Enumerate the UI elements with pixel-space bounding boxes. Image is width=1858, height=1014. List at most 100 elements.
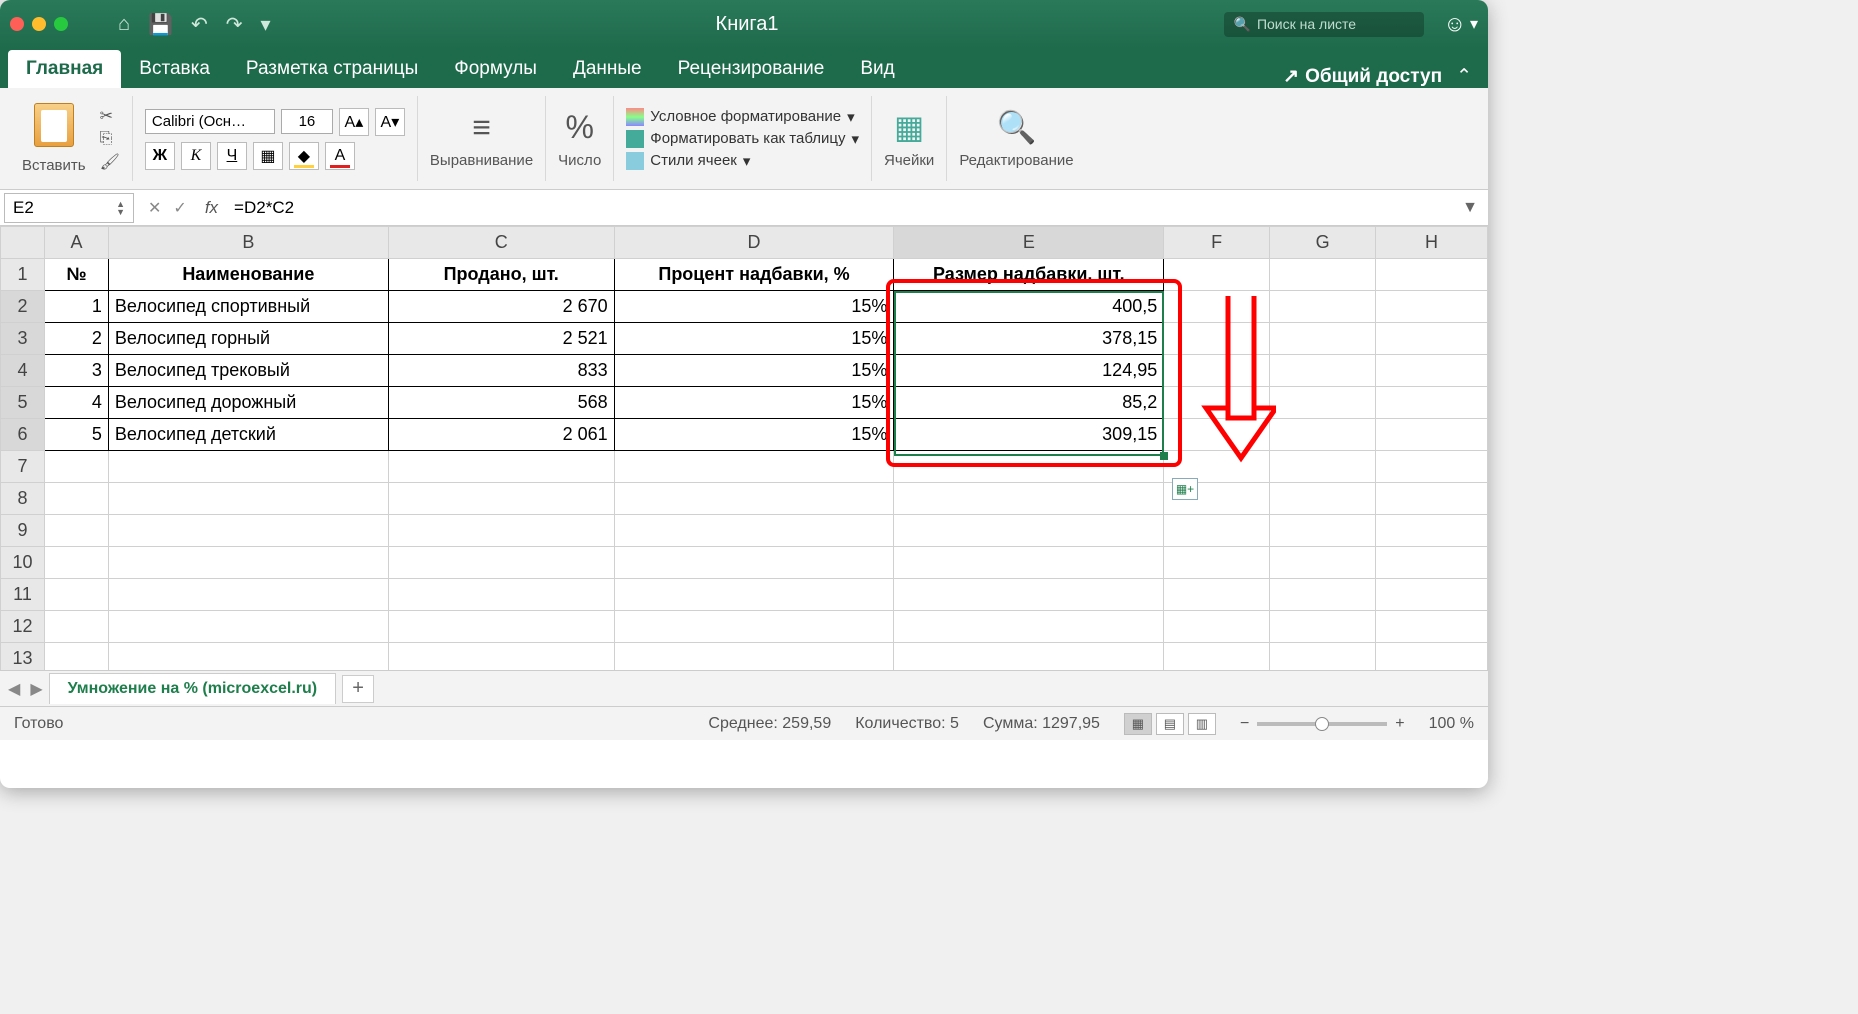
italic-button[interactable]: К (181, 142, 211, 170)
cell-A2[interactable]: 1 (44, 291, 108, 323)
col-header-H[interactable]: H (1376, 227, 1488, 259)
col-header-E[interactable]: E (894, 227, 1164, 259)
normal-view-button[interactable]: ▦ (1124, 713, 1152, 735)
share-button[interactable]: ↗ Общий доступ (1283, 65, 1442, 88)
cell-E4[interactable]: 124,95 (894, 355, 1164, 387)
tab-formulas[interactable]: Формулы (436, 50, 555, 88)
formula-input[interactable] (226, 194, 1452, 222)
cell-C4[interactable]: 833 (388, 355, 614, 387)
cell-F3[interactable] (1164, 323, 1270, 355)
feedback-icon[interactable]: ☺ (1444, 11, 1466, 37)
collapse-ribbon-icon[interactable]: ⌃ (1456, 65, 1472, 88)
cell-E2[interactable]: 400,5 (894, 291, 1164, 323)
cell-C6[interactable]: 2 061 (388, 419, 614, 451)
cell-A6[interactable]: 5 (44, 419, 108, 451)
sheet-tab[interactable]: Умножение на % (microexcel.ru) (49, 673, 336, 704)
close-window-button[interactable] (10, 17, 24, 31)
cell-B2[interactable]: Велосипед спортивный (108, 291, 388, 323)
select-all-corner[interactable] (1, 227, 45, 259)
cell-D4[interactable]: 15% (614, 355, 894, 387)
find-icon[interactable]: 🔍 (997, 108, 1037, 146)
cell-F6[interactable] (1164, 419, 1270, 451)
cell-E1[interactable]: Размер надбавки, шт. (894, 259, 1164, 291)
row-header-12[interactable]: 12 (1, 611, 45, 643)
page-layout-view-button[interactable]: ▤ (1156, 713, 1184, 735)
cell-A5[interactable]: 4 (44, 387, 108, 419)
col-header-D[interactable]: D (614, 227, 894, 259)
cell-F5[interactable] (1164, 387, 1270, 419)
fill-handle[interactable] (1160, 452, 1168, 460)
tab-page-layout[interactable]: Разметка страницы (228, 50, 436, 88)
feedback-dropdown-icon[interactable]: ▾ (1470, 14, 1478, 34)
zoom-level[interactable]: 100 % (1429, 715, 1474, 733)
copy-icon[interactable]: ⎘ (100, 130, 120, 148)
cell-G5[interactable] (1270, 387, 1376, 419)
underline-button[interactable]: Ч (217, 142, 247, 170)
format-as-table-button[interactable]: Форматировать как таблицу ▾ (626, 130, 859, 148)
increase-font-button[interactable]: A▴ (339, 108, 369, 136)
font-size-select[interactable] (281, 109, 333, 134)
cell-C3[interactable]: 2 521 (388, 323, 614, 355)
cell-B5[interactable]: Велосипед дорожный (108, 387, 388, 419)
col-header-G[interactable]: G (1270, 227, 1376, 259)
row-header-1[interactable]: 1 (1, 259, 45, 291)
cell-E6[interactable]: 309,15 (894, 419, 1164, 451)
col-header-C[interactable]: C (388, 227, 614, 259)
confirm-formula-icon[interactable]: ✓ (173, 198, 186, 218)
cell-styles-button[interactable]: Стили ячеек ▾ (626, 152, 859, 170)
borders-button[interactable]: ▦ (253, 142, 283, 170)
tab-review[interactable]: Рецензирование (660, 50, 843, 88)
cell-G2[interactable] (1270, 291, 1376, 323)
fill-color-button[interactable]: ◆ (289, 142, 319, 170)
undo-icon[interactable]: ↶ (191, 12, 208, 37)
font-color-button[interactable]: A (325, 142, 355, 170)
expand-formula-bar-icon[interactable]: ▼ (1452, 199, 1488, 217)
fx-icon[interactable]: fx (197, 198, 226, 218)
spreadsheet-area[interactable]: A B C D E F G H 1 № Наименование Продано… (0, 226, 1488, 670)
decrease-font-button[interactable]: A▾ (375, 108, 405, 136)
save-icon[interactable]: 💾 (148, 12, 173, 37)
cell-C5[interactable]: 568 (388, 387, 614, 419)
add-sheet-button[interactable]: + (342, 675, 374, 703)
qat-dropdown-icon[interactable]: ▾ (261, 12, 271, 37)
maximize-window-button[interactable] (54, 17, 68, 31)
cell-B6[interactable]: Велосипед детский (108, 419, 388, 451)
cell-A3[interactable]: 2 (44, 323, 108, 355)
zoom-in-button[interactable]: + (1395, 715, 1404, 733)
row-header-8[interactable]: 8 (1, 483, 45, 515)
minimize-window-button[interactable] (32, 17, 46, 31)
cell-H4[interactable] (1376, 355, 1488, 387)
tab-view[interactable]: Вид (842, 50, 912, 88)
cell-B1[interactable]: Наименование (108, 259, 388, 291)
home-icon[interactable]: ⌂ (118, 13, 130, 36)
conditional-formatting-button[interactable]: Условное форматирование ▾ (626, 108, 859, 126)
cell-H6[interactable] (1376, 419, 1488, 451)
row-header-13[interactable]: 13 (1, 643, 45, 671)
cell-D5[interactable]: 15% (614, 387, 894, 419)
cell-D3[interactable]: 15% (614, 323, 894, 355)
cell-G1[interactable] (1270, 259, 1376, 291)
row-header-2[interactable]: 2 (1, 291, 45, 323)
tab-insert[interactable]: Вставка (121, 50, 228, 88)
redo-icon[interactable]: ↷ (226, 12, 243, 37)
cell-D6[interactable]: 15% (614, 419, 894, 451)
cell-G6[interactable] (1270, 419, 1376, 451)
row-header-4[interactable]: 4 (1, 355, 45, 387)
cell-G3[interactable] (1270, 323, 1376, 355)
col-header-B[interactable]: B (108, 227, 388, 259)
align-icon[interactable]: ≡ (472, 109, 491, 146)
cell-F4[interactable] (1164, 355, 1270, 387)
cell-H1[interactable] (1376, 259, 1488, 291)
zoom-slider[interactable]: − + (1240, 715, 1405, 733)
cell-D2[interactable]: 15% (614, 291, 894, 323)
cancel-formula-icon[interactable]: ✕ (148, 198, 161, 218)
cell-F2[interactable] (1164, 291, 1270, 323)
page-break-view-button[interactable]: ▥ (1188, 713, 1216, 735)
cells-icon[interactable]: ▦ (894, 108, 924, 146)
bold-button[interactable]: Ж (145, 142, 175, 170)
tab-data[interactable]: Данные (555, 50, 660, 88)
cell-C2[interactable]: 2 670 (388, 291, 614, 323)
cell-E5[interactable]: 85,2 (894, 387, 1164, 419)
cell-C1[interactable]: Продано, шт. (388, 259, 614, 291)
name-box[interactable]: E2 ▲▼ (4, 193, 134, 223)
